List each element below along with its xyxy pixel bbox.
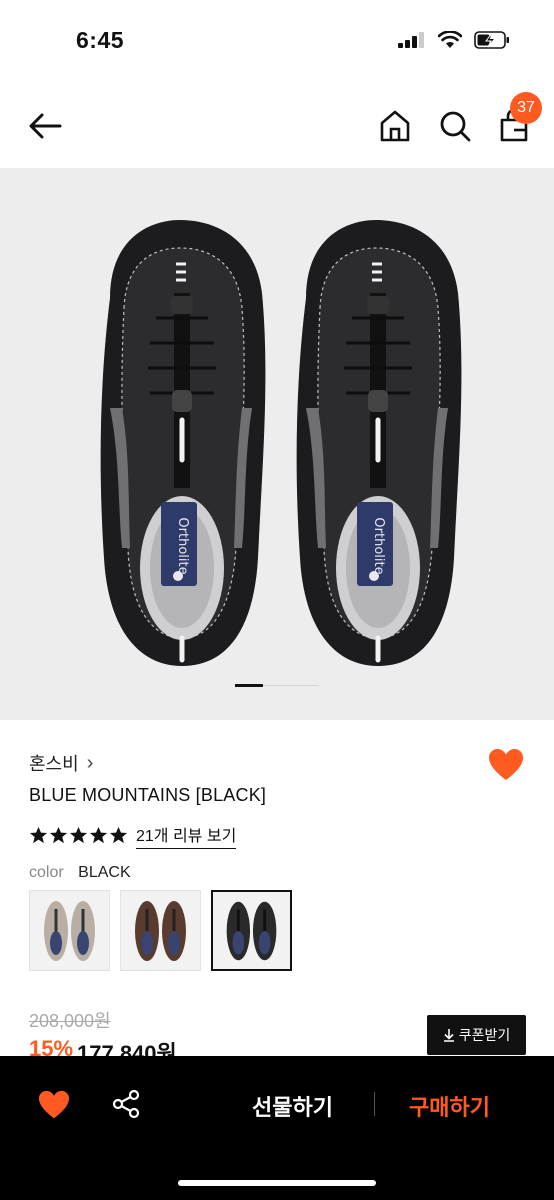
wifi-icon (438, 31, 462, 48)
swatch-brown[interactable] (120, 890, 201, 971)
product-photo: Ortholite Ortholite (83, 220, 475, 683)
home-icon[interactable] (376, 106, 414, 146)
rating-row: 21개 리뷰 보기 (29, 822, 237, 849)
color-value: BLACK (78, 864, 131, 881)
color-row: color BLACK (29, 864, 131, 882)
color-swatches (29, 890, 292, 971)
left-shoe: Ortholite (83, 220, 279, 683)
gift-button[interactable]: 선물하기 (252, 1090, 333, 1122)
status-time: 6:45 (76, 27, 125, 53)
swatch-beige-image (44, 901, 95, 961)
coupon-button-label: 쿠폰받기 (458, 1027, 511, 1043)
brand-link[interactable]: 혼스비 › (29, 750, 93, 776)
pager-active-indicator (235, 684, 263, 687)
signal-icon (398, 32, 424, 48)
svg-text:Ortholite: Ortholite (371, 517, 386, 574)
back-arrow-icon[interactable] (26, 106, 66, 146)
swatch-black-image (226, 901, 277, 961)
swatch-brown-image (135, 901, 186, 961)
star-icon (109, 826, 128, 844)
star-icon (29, 826, 48, 844)
pager-track (263, 685, 319, 686)
cart-count-badge: 37 (510, 92, 542, 124)
original-price: 208,000원 (29, 1011, 111, 1031)
swatch-beige[interactable] (29, 890, 110, 971)
download-icon (443, 1029, 454, 1042)
carousel-pager (0, 684, 554, 688)
star-icon (69, 826, 88, 844)
buy-button[interactable]: 구매하기 (409, 1090, 490, 1122)
star-icon (49, 826, 68, 844)
bottom-action-bar: 선물하기 구매하기 (0, 1056, 554, 1200)
home-indicator (178, 1180, 376, 1186)
star-rating (29, 826, 128, 845)
svg-text:Ortholite: Ortholite (175, 517, 190, 574)
share-icon[interactable] (110, 1088, 142, 1120)
brand-name: 혼스비 (29, 754, 79, 774)
color-label: color (29, 864, 64, 881)
star-icon (89, 826, 108, 844)
top-nav (0, 84, 554, 168)
product-image-carousel[interactable]: Ortholite Ortholite (0, 168, 554, 720)
coupon-button[interactable]: 쿠폰받기 (427, 1015, 526, 1055)
review-link[interactable]: 21개 리뷰 보기 (136, 822, 237, 849)
battery-charging-icon (474, 31, 509, 49)
search-icon[interactable] (436, 106, 474, 146)
product-name: BLUE MOUNTAINS [BLACK] (29, 785, 267, 805)
status-bar: 6:45 (0, 0, 554, 84)
heart-icon[interactable] (38, 1090, 70, 1120)
heart-icon[interactable] (488, 748, 524, 782)
swatch-black[interactable] (211, 890, 292, 971)
divider (374, 1092, 375, 1116)
status-icons (398, 30, 510, 50)
right-shoe: Ortholite (279, 220, 475, 683)
chevron-right-icon: › (86, 751, 94, 774)
